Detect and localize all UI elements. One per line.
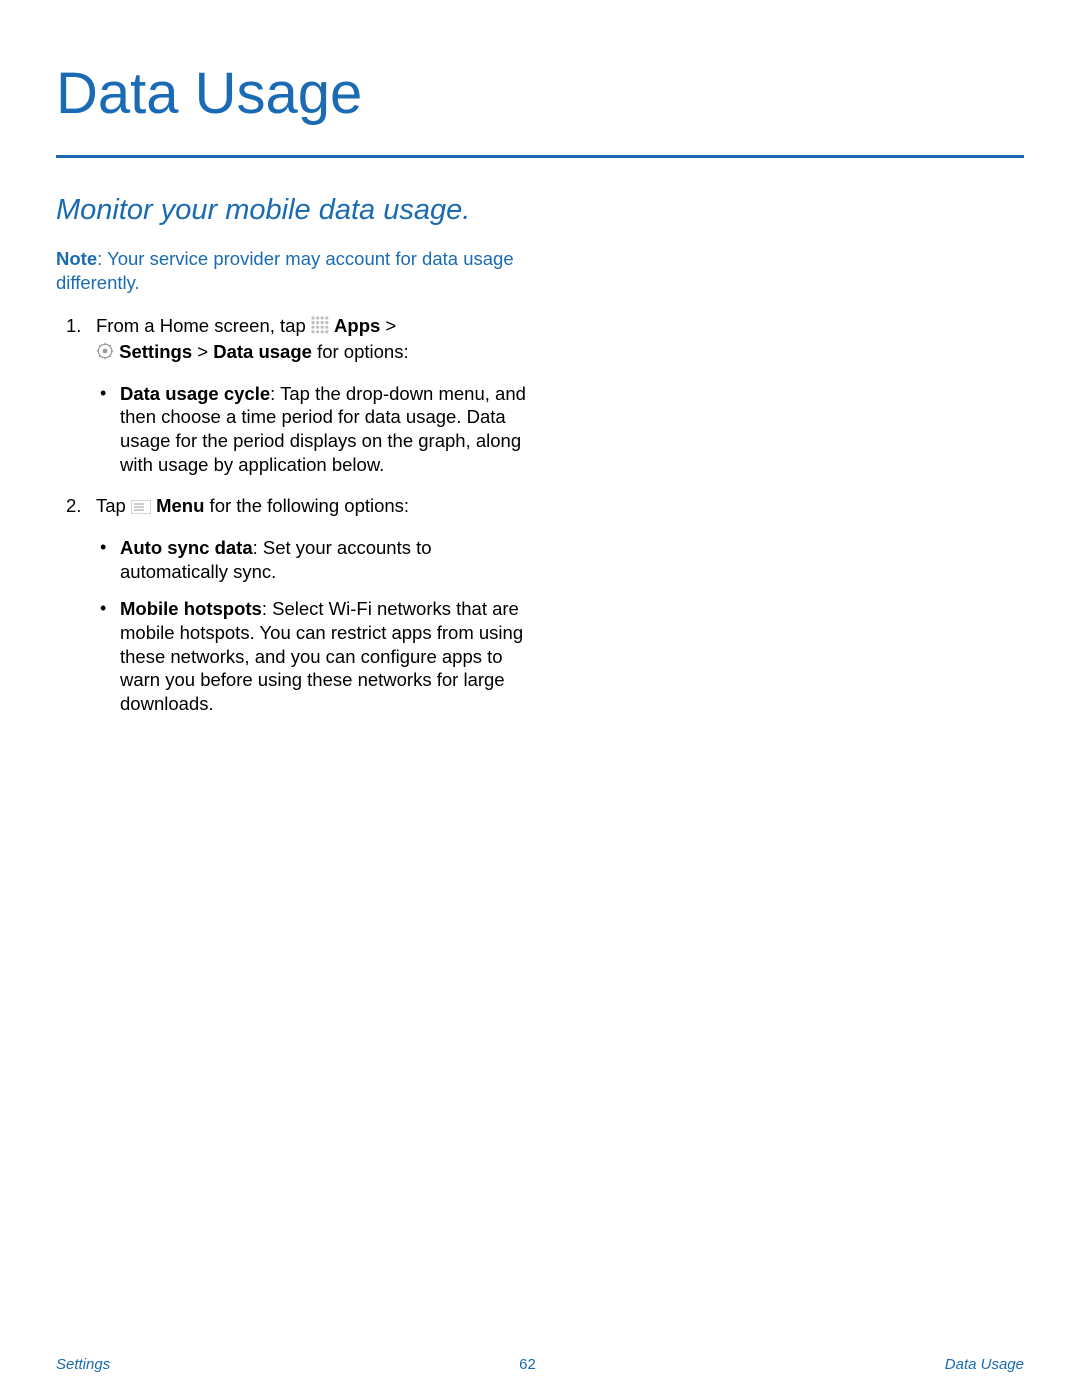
footer-right: Data Usage [945, 1356, 1024, 1373]
step-2-prefix: Tap [96, 495, 131, 516]
apps-grid-icon [311, 316, 329, 340]
step-2-bullets: Auto sync data: Set your accounts to aut… [96, 536, 536, 716]
step-2: Tap Menu for the following options: Auto… [56, 494, 536, 715]
horizontal-rule [56, 155, 1024, 158]
bullet-label: Auto sync data [120, 537, 253, 558]
footer-left: Settings [56, 1356, 110, 1373]
settings-label: Settings [119, 341, 192, 362]
manual-page: Data Usage Monitor your mobile data usag… [0, 0, 1080, 1397]
page-footer: Settings 62 Data Usage [56, 1356, 1024, 1373]
note-label: Note [56, 248, 97, 269]
bullet-mobile-hotspots: Mobile hotspots: Select Wi-Fi networks t… [96, 597, 536, 715]
apps-label: Apps [334, 315, 380, 336]
step-2-suffix: for the following options: [204, 495, 409, 516]
step-1-gt2: > [192, 341, 213, 362]
settings-gear-icon [96, 342, 114, 366]
footer-page-number: 62 [519, 1356, 536, 1373]
menu-icon [131, 496, 151, 520]
menu-label: Menu [156, 495, 204, 516]
datausage-label: Data usage [213, 341, 312, 362]
bullet-auto-sync: Auto sync data: Set your accounts to aut… [96, 536, 536, 583]
step-1-suffix: for options: [312, 341, 409, 362]
page-subtitle: Monitor your mobile data usage. [56, 194, 1024, 227]
step-1: From a Home screen, tap Apps > Settings … [56, 314, 536, 476]
step-1-prefix: From a Home screen, tap [96, 315, 311, 336]
step-1-bullets: Data usage cycle: Tap the drop-down menu… [96, 382, 536, 477]
bullet-label: Mobile hotspots [120, 598, 262, 619]
steps-list: From a Home screen, tap Apps > Settings … [56, 314, 536, 715]
note-paragraph: Note: Your service provider may account … [56, 247, 536, 294]
bullet-label: Data usage cycle [120, 383, 270, 404]
step-1-gt1: > [380, 315, 396, 336]
note-text: : Your service provider may account for … [56, 248, 514, 293]
bullet-data-usage-cycle: Data usage cycle: Tap the drop-down menu… [96, 382, 536, 477]
page-title: Data Usage [56, 60, 1024, 127]
content-column: Note: Your service provider may account … [56, 247, 536, 716]
